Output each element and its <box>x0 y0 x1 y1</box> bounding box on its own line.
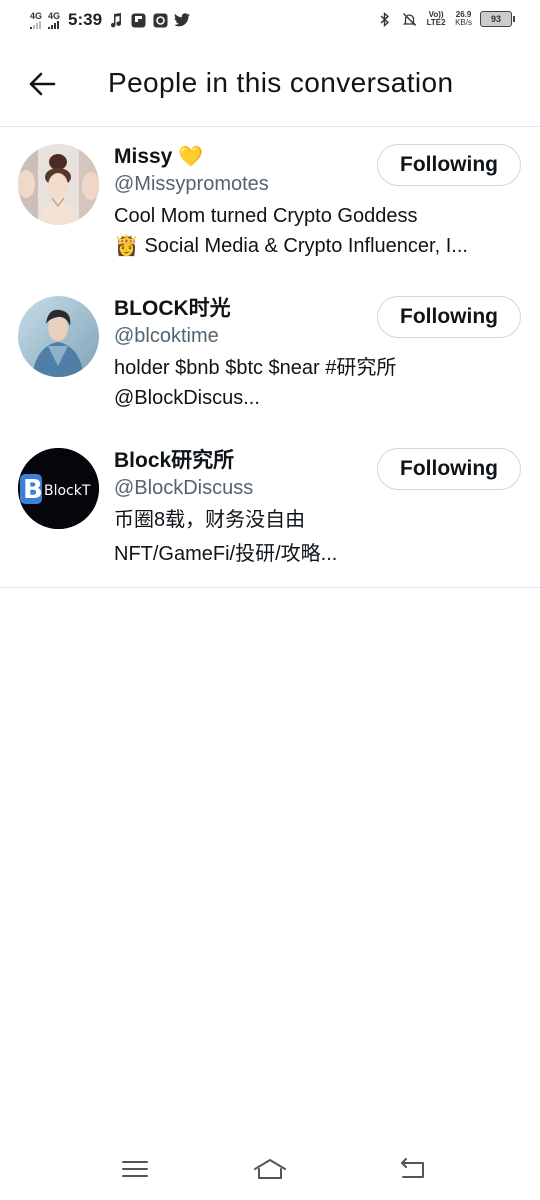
bio: holder $bnb $btc $near #研究所 @BlockDiscus… <box>114 353 520 413</box>
display-name[interactable]: Missy 💛 <box>114 143 414 171</box>
app-icon <box>152 12 168 28</box>
status-bar: 4G 4G 5:39 Vo)) LTE2 26.9 KB/s 93 <box>0 0 540 40</box>
clock: 5:39 <box>68 10 103 29</box>
following-button[interactable]: Following <box>377 448 521 490</box>
twitter-icon <box>174 12 191 28</box>
username: @BlockDiscuss <box>114 477 254 499</box>
svg-text:B: B <box>23 475 43 505</box>
bio-line: 币圈8载，财务没自由 <box>114 509 306 531</box>
back-button[interactable] <box>22 64 62 104</box>
person-info: BLOCK时光 @blcoktime <box>114 295 414 349</box>
bio-line: holder $bnb $btc $near #研究所 <box>114 357 397 379</box>
arrow-left-icon <box>29 72 56 96</box>
home-icon <box>254 1159 286 1179</box>
person-info: Missy 💛 @Missypromotes <box>114 143 414 197</box>
bio-line: @BlockDiscus... <box>114 387 260 409</box>
signal-2: 4G <box>48 10 61 29</box>
page-title: People in this conversation <box>108 67 454 98</box>
menu-button[interactable] <box>115 1154 155 1184</box>
volte-indicator: Vo)) LTE2 <box>426 10 446 27</box>
network-type-1: 4G <box>30 10 43 21</box>
person-row[interactable]: BLOCK时光 @blcoktime Following holder $bnb… <box>0 279 540 431</box>
avatar[interactable] <box>18 144 99 225</box>
status-bar-left: 4G 4G 5:39 <box>30 10 191 30</box>
following-button[interactable]: Following <box>377 144 521 186</box>
person-info: Block研究所 @BlockDiscuss <box>114 447 414 501</box>
bio-line: Cool Mom turned Crypto Goddess <box>114 205 418 227</box>
system-nav-bar <box>0 1140 540 1200</box>
back-nav-button[interactable] <box>392 1154 432 1184</box>
bluetooth-icon <box>377 11 393 27</box>
display-name[interactable]: BLOCK时光 <box>114 295 414 323</box>
person-row[interactable]: B BlockT Block研究所 @BlockDiscuss Followin… <box>0 431 540 587</box>
people-list: Missy 💛 @Missypromotes Following Cool Mo… <box>0 127 540 588</box>
home-button[interactable] <box>250 1154 290 1184</box>
signal-bars-icon <box>48 20 60 29</box>
avatar[interactable] <box>18 296 99 377</box>
signal-1: 4G <box>30 10 43 29</box>
yellow-heart-icon: 💛 <box>178 146 204 168</box>
back-icon <box>401 1158 424 1178</box>
music-note-icon <box>108 12 124 28</box>
avatar[interactable]: B BlockT <box>18 448 99 529</box>
bio-line: 👸 Social Media & Crypto Influencer, I... <box>114 235 468 257</box>
username: @Missypromotes <box>114 173 269 195</box>
username: @blcoktime <box>114 325 219 347</box>
signal-bars-icon <box>30 20 41 29</box>
menu-icon <box>122 1161 148 1177</box>
status-bar-right: Vo)) LTE2 26.9 KB/s 93 <box>377 10 515 27</box>
display-name[interactable]: Block研究所 <box>114 447 414 475</box>
person-row[interactable]: Missy 💛 @Missypromotes Following Cool Mo… <box>0 127 540 279</box>
svg-text:BlockT: BlockT <box>44 483 91 499</box>
flipboard-icon <box>130 12 146 28</box>
network-speed: 26.9 KB/s <box>455 10 472 27</box>
battery-icon: 93 <box>480 11 515 27</box>
bio: 币圈8载，财务没自由 NFT/GameFi/投研/攻略... <box>114 503 520 571</box>
network-type-2: 4G <box>48 10 61 21</box>
following-button[interactable]: Following <box>377 296 521 338</box>
bio: Cool Mom turned Crypto Goddess 👸 Social … <box>114 201 520 261</box>
bio-line: NFT/GameFi/投研/攻略... <box>114 543 338 565</box>
header: People in this conversation <box>0 40 540 127</box>
mute-bell-icon <box>401 11 417 27</box>
